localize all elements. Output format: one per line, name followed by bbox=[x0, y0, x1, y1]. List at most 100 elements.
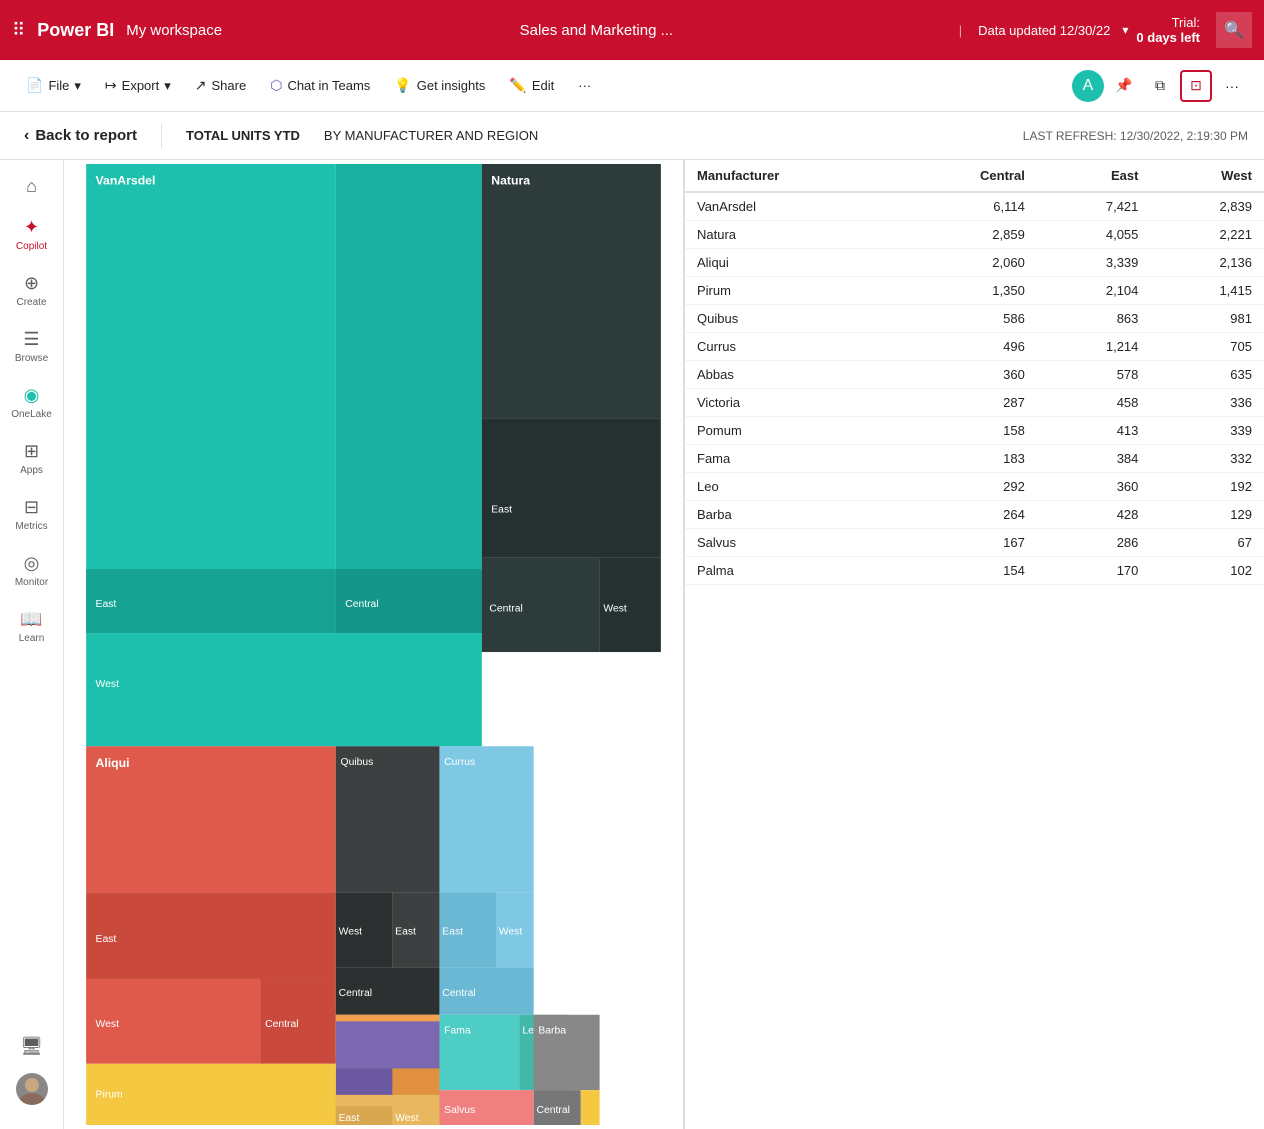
table-row[interactable]: Natura 2,859 4,055 2,221 bbox=[685, 221, 1264, 249]
cell-central: 360 bbox=[899, 361, 1037, 389]
pirum-label: Pirum bbox=[96, 1090, 123, 1101]
back-to-report-button[interactable]: ‹ Back to report bbox=[16, 123, 145, 149]
table-row[interactable]: Fama 183 384 332 bbox=[685, 445, 1264, 473]
cell-west: 332 bbox=[1150, 445, 1264, 473]
cell-west: 635 bbox=[1150, 361, 1264, 389]
table-row[interactable]: Salvus 167 286 67 bbox=[685, 529, 1264, 557]
share-button[interactable]: ↗ Share bbox=[185, 71, 256, 100]
sidebar-item-browse[interactable]: ☰ Browse bbox=[8, 321, 56, 373]
table-row[interactable]: Quibus 586 863 981 bbox=[685, 305, 1264, 333]
table-row[interactable]: VanArsdel 6,114 7,421 2,839 bbox=[685, 192, 1264, 221]
sidebar-item-apps[interactable]: ⊞ Apps bbox=[8, 433, 56, 485]
cell-central: 2,060 bbox=[899, 249, 1037, 277]
cell-manufacturer: Currus bbox=[685, 333, 899, 361]
back-arrow-icon: ‹ bbox=[24, 127, 29, 145]
browse-icon: ☰ bbox=[23, 329, 39, 350]
export-button[interactable]: ↦ Export ▾ bbox=[95, 71, 181, 100]
pin-icon-button[interactable]: 📌 bbox=[1108, 70, 1140, 102]
sidebar-item-create[interactable]: ⊕ Create bbox=[8, 265, 56, 317]
vanarsdel-west-rect[interactable] bbox=[86, 633, 482, 746]
duplicate-icon-button[interactable]: ⧉ bbox=[1144, 70, 1176, 102]
victoria-lower-rect[interactable] bbox=[336, 1021, 440, 1068]
monitor-label: Monitor bbox=[15, 577, 48, 589]
chat-teams-button[interactable]: ⬡ Chat in Teams bbox=[260, 71, 380, 100]
pomum-east-label: East bbox=[339, 1113, 360, 1124]
table-row[interactable]: Aliqui 2,060 3,339 2,136 bbox=[685, 249, 1264, 277]
sidebar-item-metrics[interactable]: ⊟ Metrics bbox=[8, 489, 56, 541]
treemap-chart[interactable]: VanArsdel East Central West Natura East … bbox=[68, 164, 679, 1125]
report-title[interactable]: Sales and Marketing ... bbox=[250, 22, 943, 39]
aliqui-east-label: East bbox=[96, 934, 117, 945]
data-updated-dropdown[interactable]: ▾ bbox=[1122, 23, 1128, 37]
table-row[interactable]: Abbas 360 578 635 bbox=[685, 361, 1264, 389]
manufacturer-table: Manufacturer Central East West VanArsdel… bbox=[685, 160, 1264, 585]
get-insights-button[interactable]: 💡 Get insights bbox=[384, 71, 495, 100]
natura-rect[interactable] bbox=[482, 164, 661, 418]
content-area: VanArsdel East Central West Natura East … bbox=[64, 160, 1264, 1129]
fama-label: Fama bbox=[444, 1026, 471, 1037]
barba-label: Barba bbox=[538, 1026, 566, 1037]
sidebar-item-copilot[interactable]: ✦ Copilot bbox=[8, 209, 56, 261]
cell-east: 1,214 bbox=[1037, 333, 1151, 361]
onelake-icon: ◉ bbox=[24, 385, 40, 406]
table-row[interactable]: Currus 496 1,214 705 bbox=[685, 333, 1264, 361]
focus-mode-button[interactable]: ⊡ bbox=[1180, 70, 1212, 102]
avatar-button[interactable]: A bbox=[1072, 70, 1104, 102]
small-yellow-rect[interactable] bbox=[581, 1090, 600, 1125]
cell-central: 287 bbox=[899, 389, 1037, 417]
tab-by-manufacturer[interactable]: BY MANUFACTURER AND REGION bbox=[316, 124, 546, 147]
table-row[interactable]: Victoria 287 458 336 bbox=[685, 389, 1264, 417]
cell-east: 360 bbox=[1037, 473, 1151, 501]
cell-west: 2,136 bbox=[1150, 249, 1264, 277]
cell-manufacturer: Palma bbox=[685, 557, 899, 585]
cell-east: 4,055 bbox=[1037, 221, 1151, 249]
export-icon: ↦ bbox=[105, 77, 117, 94]
vanarsdel-east-sub[interactable] bbox=[86, 569, 336, 633]
sidebar-item-screen[interactable]: 🖥 bbox=[8, 1028, 56, 1065]
natura-east-rect[interactable] bbox=[482, 418, 661, 557]
breadcrumb-toolbar: ‹ Back to report TOTAL UNITS YTD BY MANU… bbox=[0, 112, 1264, 160]
cell-west: 339 bbox=[1150, 417, 1264, 445]
cell-central: 167 bbox=[899, 529, 1037, 557]
toolbar-more-button[interactable]: ··· bbox=[1216, 70, 1248, 102]
table-row[interactable]: Palma 154 170 102 bbox=[685, 557, 1264, 585]
apps-grid-icon[interactable]: ⠿ bbox=[12, 20, 25, 41]
currus-rect[interactable] bbox=[439, 746, 533, 892]
workspace-name[interactable]: My workspace bbox=[126, 22, 222, 39]
chat-label: Chat in Teams bbox=[287, 78, 370, 93]
edit-button[interactable]: ✏️ Edit bbox=[499, 71, 564, 100]
table-row[interactable]: Leo 292 360 192 bbox=[685, 473, 1264, 501]
teams-icon: ⬡ bbox=[270, 77, 282, 94]
treemap-area[interactable]: VanArsdel East Central West Natura East … bbox=[64, 160, 684, 1129]
table-row[interactable]: Pomum 158 413 339 bbox=[685, 417, 1264, 445]
cell-central: 586 bbox=[899, 305, 1037, 333]
vanarsdel-central-rect[interactable] bbox=[336, 164, 482, 633]
edit-label: Edit bbox=[532, 78, 554, 93]
pirum-rect[interactable] bbox=[86, 1064, 336, 1125]
cell-manufacturer: VanArsdel bbox=[685, 192, 899, 221]
table-row[interactable]: Barba 264 428 129 bbox=[685, 501, 1264, 529]
natura-central-label: Central bbox=[489, 604, 522, 615]
main-layout: ⌂ ✦ Copilot ⊕ Create ☰ Browse ◉ OneLake … bbox=[0, 160, 1264, 1129]
copilot-icon: ✦ bbox=[24, 217, 39, 238]
data-table-area: Manufacturer Central East West VanArsdel… bbox=[684, 160, 1264, 1129]
vanarsdel-label: VanArsdel bbox=[96, 174, 156, 188]
vanarsdel-east-rect[interactable] bbox=[86, 164, 336, 633]
cell-manufacturer: Salvus bbox=[685, 529, 899, 557]
search-button[interactable]: 🔍 bbox=[1216, 12, 1252, 48]
file-button[interactable]: 📄 File ▾ bbox=[16, 71, 91, 100]
cell-central: 496 bbox=[899, 333, 1037, 361]
quibus-rect[interactable] bbox=[336, 746, 440, 892]
share-label: Share bbox=[212, 78, 247, 93]
sidebar-item-onelake[interactable]: ◉ OneLake bbox=[8, 377, 56, 429]
sidebar-item-home[interactable]: ⌂ bbox=[8, 168, 56, 205]
sidebar-item-monitor[interactable]: ◎ Monitor bbox=[8, 545, 56, 597]
tab-total-units[interactable]: TOTAL UNITS YTD bbox=[178, 124, 308, 147]
aliqui-east-rect[interactable] bbox=[86, 892, 336, 979]
user-avatar[interactable] bbox=[16, 1073, 48, 1105]
barba-central-label: Central bbox=[536, 1105, 569, 1116]
table-row[interactable]: Pirum 1,350 2,104 1,415 bbox=[685, 277, 1264, 305]
sidebar-item-learn[interactable]: 📖 Learn bbox=[8, 601, 56, 653]
more-button[interactable]: ··· bbox=[568, 72, 601, 99]
cell-central: 183 bbox=[899, 445, 1037, 473]
